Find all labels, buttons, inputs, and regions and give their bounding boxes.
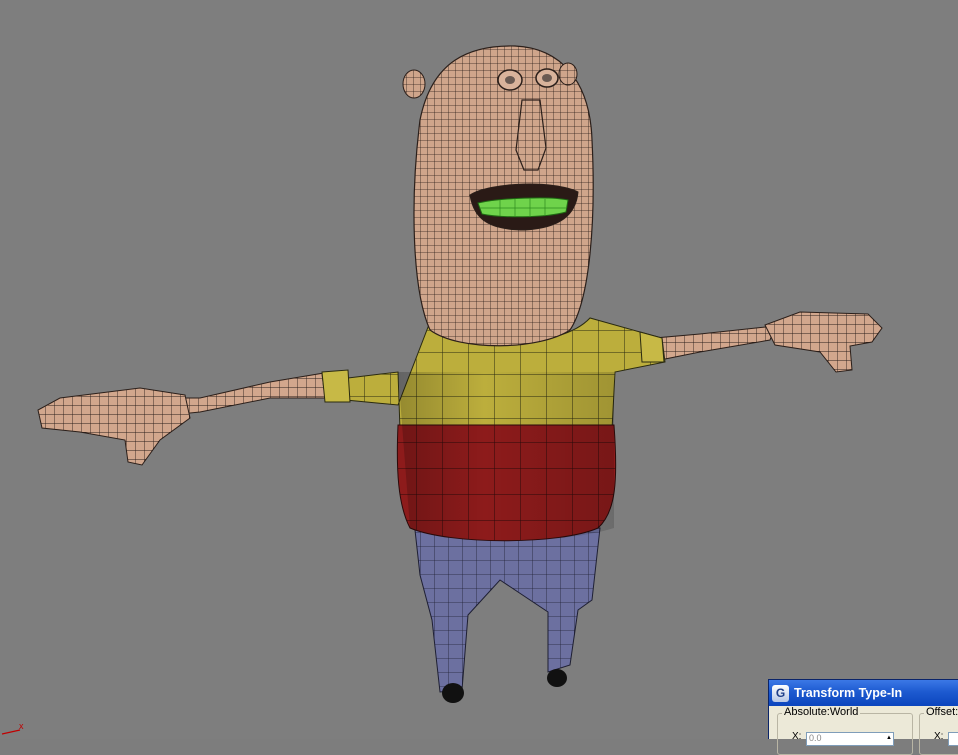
offset-label: Offset: bbox=[924, 706, 958, 718]
shirt-mesh bbox=[321, 317, 666, 542]
left-arm-mesh bbox=[37, 371, 331, 466]
character-model[interactable] bbox=[0, 0, 958, 739]
svg-text:x: x bbox=[19, 721, 24, 731]
dialog-title: Transform Type-In bbox=[794, 686, 903, 700]
pants-mesh bbox=[414, 527, 601, 703]
spinner-arrows-icon[interactable]: ▲ bbox=[886, 735, 892, 741]
offset-x-spinner[interactable] bbox=[948, 732, 958, 746]
absolute-x-value: 0.0 bbox=[809, 733, 822, 743]
axis-gizmo-icon: x bbox=[1, 721, 24, 735]
transform-type-in-dialog[interactable]: G Transform Type-In Absolute:World X: 0.… bbox=[768, 679, 958, 755]
absolute-world-group: Absolute:World X: 0.0 ▲ bbox=[777, 706, 913, 755]
head-mesh bbox=[402, 45, 594, 347]
right-arm-mesh bbox=[654, 311, 883, 373]
absolute-x-label: X: bbox=[792, 731, 802, 742]
absolute-world-label: Absolute:World bbox=[782, 706, 861, 718]
3dsmax-icon: G bbox=[772, 684, 789, 702]
offset-x-label: X: bbox=[934, 731, 944, 742]
perspective-viewport[interactable]: x bbox=[0, 0, 958, 739]
absolute-x-spinner[interactable]: 0.0 ▲ bbox=[806, 732, 894, 746]
dialog-titlebar[interactable]: G Transform Type-In bbox=[769, 680, 958, 706]
offset-group: Offset: X: bbox=[919, 706, 958, 755]
